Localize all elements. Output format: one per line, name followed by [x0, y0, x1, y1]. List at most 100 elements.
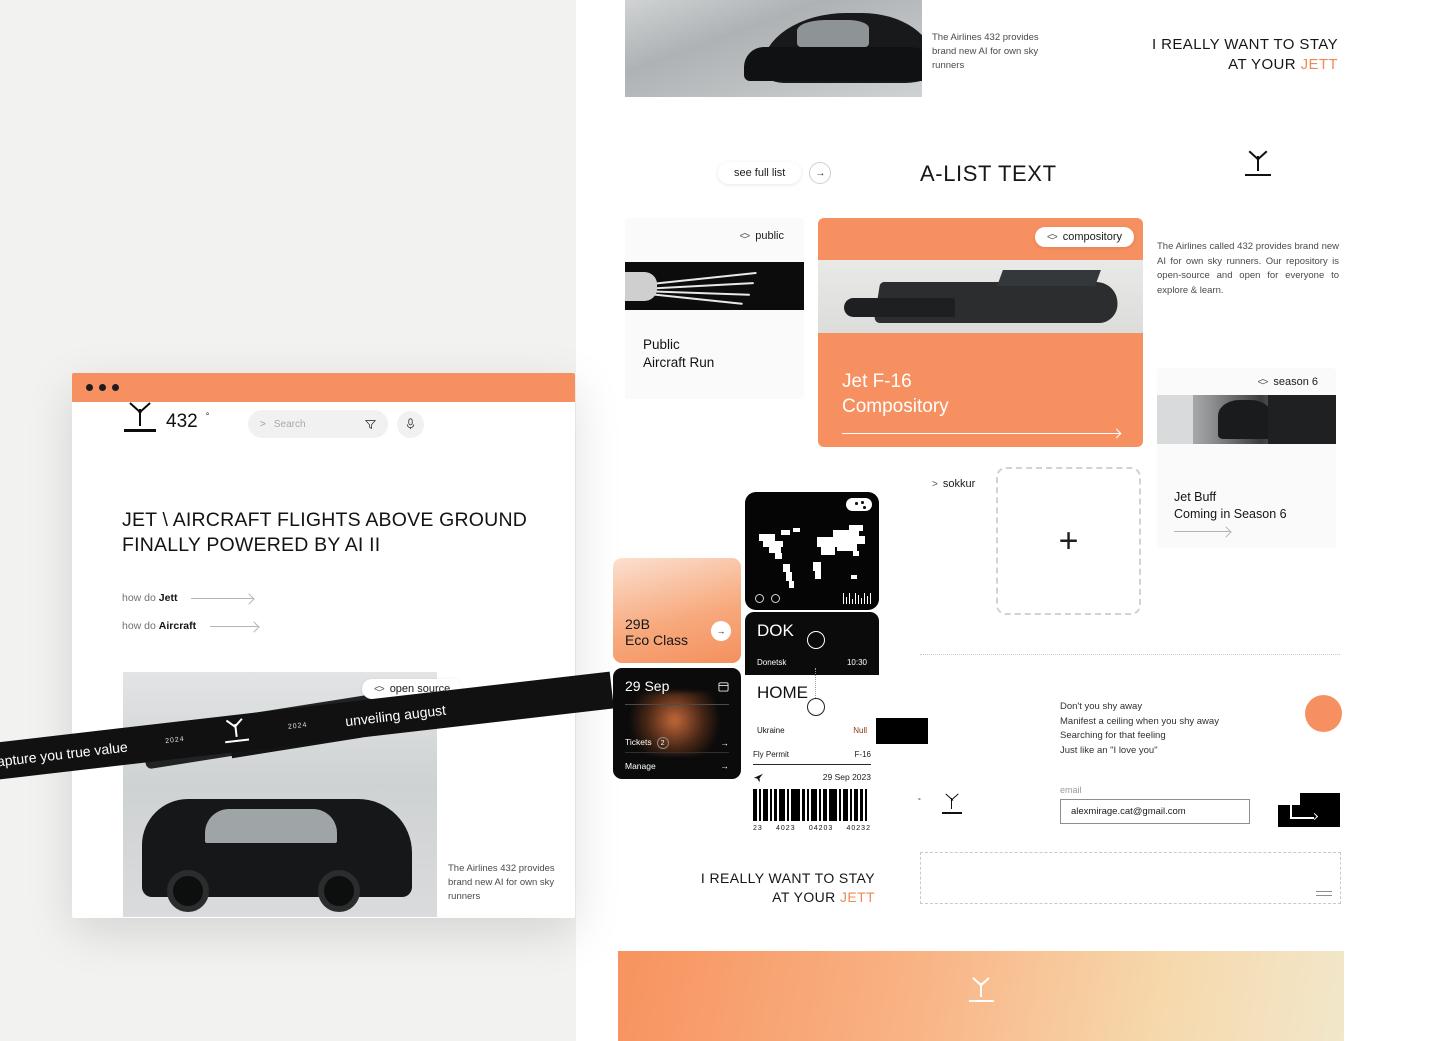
route-origin-ring — [807, 631, 825, 649]
route-from-code: DOK — [757, 621, 794, 640]
stay-headline-bottom-line2: AT YOUR — [772, 888, 840, 905]
see-full-list-button[interactable]: see full list — [718, 162, 802, 184]
row-manage-arrow[interactable]: → — [721, 761, 730, 771]
date-card-row-tickets[interactable]: Tickets 2 → — [625, 736, 730, 749]
stay-headline-top-line2: AT YOUR — [1228, 56, 1301, 74]
f16-card-title-line2: Compository — [842, 395, 949, 417]
boarding-date-row: 29 Sep 2023 — [745, 765, 879, 783]
boarding-barcode-digits: 23 4023 04203 40232 — [753, 825, 871, 832]
microphone-icon[interactable] — [397, 410, 424, 438]
top-caption: The Airlines 432 provides brand new AI f… — [932, 32, 1039, 71]
search-chevron-icon: > — [260, 418, 266, 430]
badge-season: <> season 6 — [1246, 372, 1330, 392]
traffic-light-maximize[interactable] — [112, 384, 119, 391]
lyric-line: Searching for that feeling — [1060, 730, 1166, 742]
card-jet-f16-compository[interactable]: <> compository Jet F-16 Compository — [818, 218, 1143, 447]
link-how-do-aircraft[interactable]: how do Aircraft — [122, 620, 259, 632]
link-jett-arrow — [191, 597, 254, 599]
screenshot-stage: The Airlines 432 provides brand new AI f… — [0, 0, 1440, 1041]
widget-world-map[interactable] — [745, 492, 879, 610]
boarding-date: 29 Sep 2023 — [822, 772, 871, 782]
ribbon-right-text: unveiling august — [344, 701, 447, 729]
widget-route-destination: HOME Ukraine Null — [745, 668, 879, 745]
boarding-permit-label: Fly Permit — [753, 750, 789, 759]
badge-sokkur: > sokkur — [920, 474, 987, 494]
link-jett-bold: Jett — [158, 592, 178, 604]
stay-headline-bottom-highlight: JETT — [839, 888, 875, 905]
stay-headline-top: I REALLY WANT TO STAY AT YOUR JETT — [1140, 35, 1338, 76]
row-tickets-count: 2 — [656, 737, 669, 749]
widget-date-card[interactable]: 29 Sep Tickets 2 → Manage → — [613, 668, 741, 779]
lyric-line: Don't you shy away — [1060, 701, 1143, 712]
barcode-digit: 40232 — [846, 825, 871, 832]
card-jet-buff-season[interactable]: <> season 6 Jet Buff Coming in Season 6 — [1157, 368, 1336, 548]
widget-route-origin: DOK Donetsk 10:30 — [745, 612, 879, 675]
location-pin-icon[interactable] — [846, 498, 872, 511]
lyric-line: Manifest a ceiling when you shy away — [1060, 715, 1219, 727]
lyrics-block: Don't you shy away Manifest a ceiling wh… — [1060, 700, 1290, 759]
airplane-icon — [753, 773, 764, 782]
brand-name: 432 — [166, 410, 198, 432]
row-tickets-label: Tickets — [625, 736, 652, 747]
barcode-digit: 04203 — [808, 825, 834, 832]
card-add-placeholder[interactable]: + — [996, 467, 1141, 615]
season-card-title-line2: Coming in Season 6 — [1174, 506, 1287, 521]
season-card-arrow[interactable] — [1174, 531, 1230, 532]
widget-seat-eco-class[interactable]: 29B Eco Class → — [613, 558, 741, 663]
code-brackets-icon: <> — [1257, 376, 1269, 388]
logo-mark-decor-email — [940, 793, 964, 820]
orange-circle-decor — [1305, 695, 1342, 732]
badge-compository-label: compository — [1062, 231, 1122, 243]
ribbon-year-right: 2024 — [287, 721, 308, 731]
email-input-value: alexmirage.cat@gmail.com — [1071, 806, 1186, 817]
code-brackets-icon: <> — [739, 230, 751, 242]
section-title-a-list: A-LIST TEXT — [920, 161, 1057, 186]
lyric-line: Just like an "I love you" — [1060, 745, 1158, 757]
badge-public: <> public — [728, 226, 796, 246]
traffic-light-minimize[interactable] — [99, 384, 106, 391]
bottom-gradient-banner — [618, 951, 1344, 1041]
hero-title-line1: JET \ AIRCRAFT FLIGHTS ABOVE GROUND — [122, 509, 528, 531]
window-brand[interactable]: 432 ° — [122, 402, 209, 434]
see-full-list-arrow-button[interactable]: → — [809, 162, 832, 184]
email-field-group[interactable]: email alexmirage.cat@gmail.com — [1060, 785, 1250, 824]
f16-card-arrow[interactable] — [842, 428, 1122, 439]
f16-card-photo — [818, 260, 1143, 333]
see-full-list-group[interactable]: see full list → — [718, 162, 832, 184]
badge-public-label: public — [755, 230, 784, 242]
public-card-title-line2: Aircraft Run — [643, 354, 715, 370]
season-card-title: Jet Buff Coming in Season 6 — [1174, 489, 1287, 523]
public-card-title: Public Aircraft Run — [643, 336, 714, 372]
badge-sokkur-label: sokkur — [942, 478, 976, 490]
boarding-permit-value: F-16 — [854, 750, 871, 759]
row-tickets-arrow[interactable]: → — [721, 738, 730, 748]
search-input[interactable]: > Search — [248, 410, 388, 438]
public-card-title-line1: Public — [643, 337, 680, 352]
link-how-do-jett[interactable]: how do Jett — [122, 592, 254, 604]
seat-code: 29B — [625, 616, 650, 632]
porsche-photo-top — [625, 0, 922, 97]
brand-logo-icon[interactable] — [122, 402, 158, 434]
divider-dotted — [920, 654, 1340, 655]
seat-class: Eco Class — [625, 632, 689, 648]
search-group[interactable]: > Search — [248, 410, 424, 438]
ribbon-left-text: capture you true value — [0, 738, 129, 770]
seat-arrow-button[interactable]: → — [711, 621, 731, 641]
traffic-light-close[interactable] — [86, 384, 93, 391]
zoom-out-icon[interactable] — [771, 594, 780, 603]
season-card-title-line1: Jet Buff — [1174, 490, 1217, 504]
stay-headline-top-line1: I REALLY WANT TO STAY — [1152, 36, 1338, 53]
date-card-row-manage[interactable]: Manage → — [625, 761, 729, 771]
email-input[interactable]: alexmirage.cat@gmail.com — [1060, 799, 1250, 824]
f16-card-title-line1: Jet F-16 — [842, 371, 912, 392]
season-card-photo — [1157, 395, 1336, 444]
zoom-in-icon[interactable] — [755, 594, 764, 603]
funnel-icon[interactable] — [365, 419, 376, 430]
route-to-code: HOME — [757, 683, 808, 702]
card-public-aircraft-run[interactable]: <> public Public Aircraft Run — [625, 218, 804, 399]
black-corner-decor — [1278, 793, 1340, 827]
public-card-photo — [625, 262, 804, 310]
repository-paragraph: The Airlines called 432 provides brand n… — [1157, 241, 1339, 297]
link-jett-prefix: how do — [122, 592, 159, 604]
window-titlebar[interactable] — [72, 373, 575, 402]
